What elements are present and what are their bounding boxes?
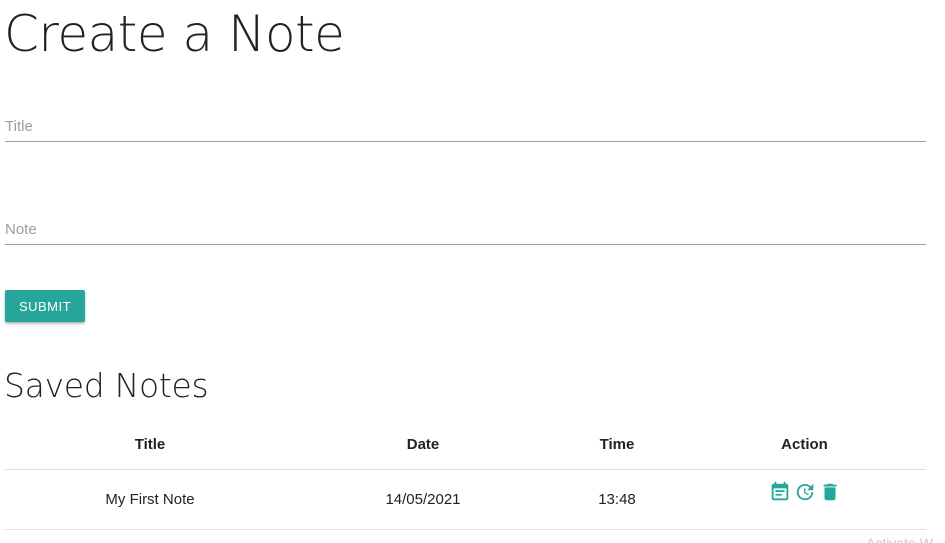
saved-notes-table: Title Date Time Action My First Note 14/…: [5, 421, 926, 530]
update-icon-glyph: [796, 483, 813, 501]
delete-icon[interactable]: [819, 481, 841, 503]
note-action-cell: [683, 469, 926, 530]
activate-windows-watermark: Activate W: [866, 535, 933, 543]
title-input[interactable]: [5, 102, 926, 141]
title-field: [5, 102, 926, 142]
delete-icon-glyph: [823, 483, 836, 501]
note-title-cell: My First Note: [5, 469, 295, 530]
note-time-cell: 13:48: [551, 469, 683, 530]
note-input[interactable]: [5, 205, 926, 244]
saved-notes-heading: Saved Notes: [4, 366, 209, 405]
column-header-date: Date: [295, 421, 551, 470]
table-header-row: Title Date Time Action: [5, 421, 926, 470]
column-header-title: Title: [5, 421, 295, 470]
column-header-time: Time: [551, 421, 683, 470]
update-icon[interactable]: [794, 481, 816, 503]
page-title: Create a Note: [4, 5, 345, 63]
action-buttons: [769, 481, 841, 503]
note-field: [5, 205, 926, 245]
submit-button[interactable]: SUBMIT: [5, 290, 85, 322]
note-date-cell: 14/05/2021: [295, 469, 551, 530]
view-note-icon[interactable]: [769, 481, 791, 503]
column-header-action: Action: [683, 421, 926, 470]
table-row: My First Note 14/05/2021 13:48: [5, 469, 926, 530]
page: Create a Note SUBMIT Saved Notes Title D…: [0, 0, 945, 543]
view-note-icon-glyph: [771, 481, 788, 501]
